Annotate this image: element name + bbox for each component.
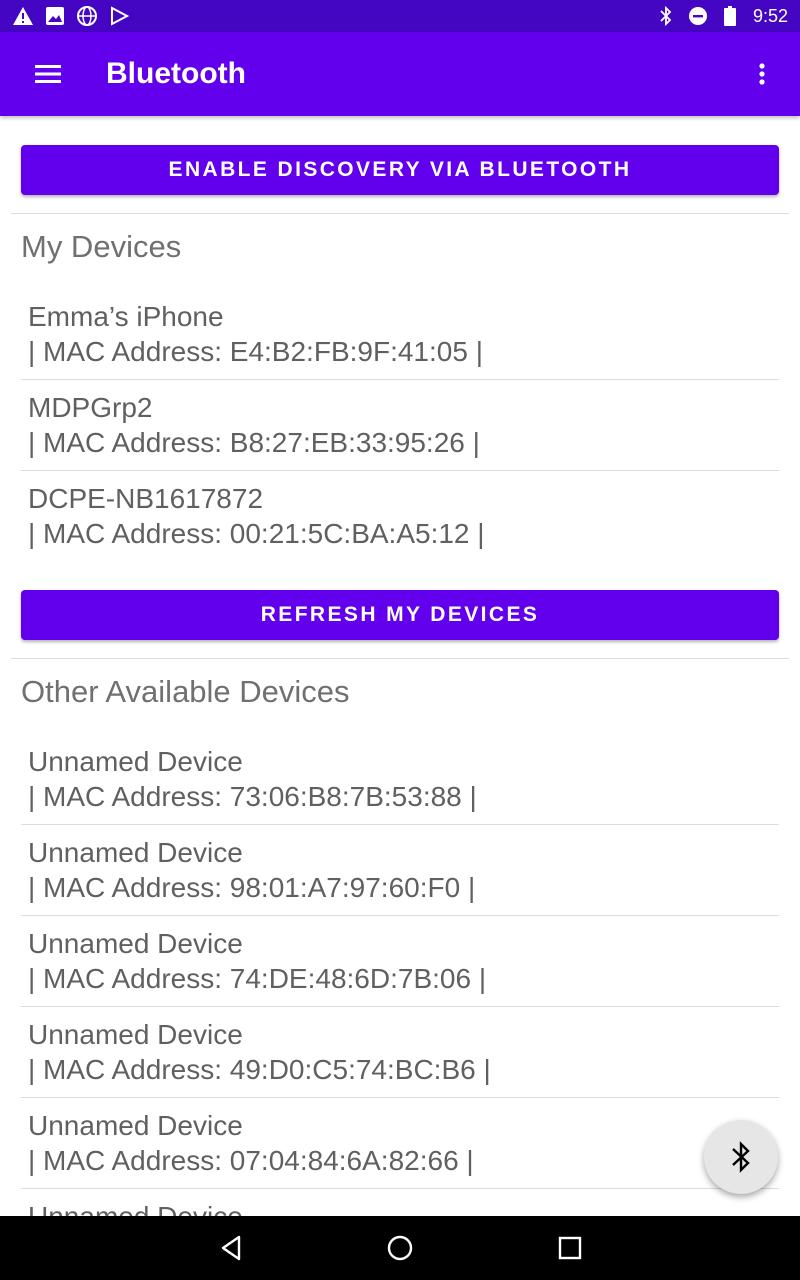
status-system: 9:52 [655, 5, 788, 27]
other-device-item[interactable]: Unnamed Device | MAC Address: 07:04:84:6… [21, 1098, 779, 1189]
back-icon [221, 1235, 241, 1261]
overflow-menu-button[interactable] [742, 54, 782, 94]
hamburger-icon [35, 65, 61, 83]
battery-icon [719, 5, 741, 27]
other-devices-list: Unnamed Device | MAC Address: 73:06:B8:7… [21, 734, 779, 1216]
my-devices-list: Emma’s iPhone | MAC Address: E4:B2:FB:9F… [21, 289, 779, 562]
device-mac: | MAC Address: 00:21:5C:BA:A5:12 | [28, 518, 485, 549]
bluetooth-icon [732, 1141, 750, 1173]
device-mac: | MAC Address: E4:B2:FB:9F:41:05 | [28, 336, 483, 367]
device-mac: | MAC Address: 49:D0:C5:74:BC:B6 | [28, 1054, 491, 1085]
other-device-item[interactable]: Unnamed Device | MAC Address: 98:01:A7:9… [21, 825, 779, 916]
my-device-item[interactable]: Emma’s iPhone | MAC Address: E4:B2:FB:9F… [21, 289, 779, 380]
device-name: DCPE-NB1617872 [28, 483, 264, 514]
enable-discovery-button[interactable]: ENABLE DISCOVERY VIA BLUETOOTH [21, 145, 779, 195]
home-icon [387, 1235, 413, 1261]
device-mac: | MAC Address: 07:04:84:6A:82:66 | [28, 1145, 474, 1176]
device-name: Unnamed Device [28, 1199, 779, 1216]
navigation-bar [0, 1216, 800, 1280]
refresh-my-devices-button[interactable]: REFRESH MY DEVICES [21, 590, 779, 640]
other-devices-heading: Other Available Devices [21, 674, 350, 709]
device-name: Unnamed Device [28, 928, 243, 959]
device-name: Unnamed Device [28, 837, 243, 868]
device-mac: | MAC Address: 73:06:B8:7B:53:88 | [28, 781, 477, 812]
my-devices-heading: My Devices [21, 229, 182, 264]
recents-icon [558, 1236, 582, 1260]
device-name: Unnamed Device [28, 746, 243, 777]
device-name: Emma’s iPhone [28, 301, 224, 332]
status-bar: 9:52 [0, 0, 800, 32]
device-mac: | MAC Address: 98:01:A7:97:60:F0 | [28, 872, 476, 903]
other-device-item[interactable]: Unnamed Device | MAC Address: 74:DE:48:6… [21, 916, 779, 1007]
status-notifications [12, 5, 130, 27]
warning-icon [12, 5, 34, 27]
device-name: Unnamed Device [28, 1110, 243, 1141]
home-button[interactable] [380, 1228, 420, 1268]
image-icon [44, 5, 66, 27]
page-title: Bluetooth [106, 57, 246, 90]
device-mac: | MAC Address: 74:DE:48:6D:7B:06 | [28, 963, 487, 994]
main-content[interactable]: ENABLE DISCOVERY VIA BLUETOOTH My Device… [0, 116, 800, 1216]
menu-button[interactable] [24, 54, 74, 94]
recents-button[interactable] [550, 1228, 590, 1268]
play-store-icon [108, 5, 130, 27]
other-device-item[interactable]: Unnamed Device | MAC Address: 73:06:B8:7… [21, 734, 779, 825]
status-time: 9:52 [752, 5, 788, 26]
device-mac: | MAC Address: B8:27:EB:33:95:26 | [28, 427, 480, 458]
my-device-item[interactable]: DCPE-NB1617872 | MAC Address: 00:21:5C:B… [21, 471, 779, 562]
other-device-item[interactable]: Unnamed Device [21, 1189, 779, 1216]
my-device-item[interactable]: MDPGrp2 | MAC Address: B8:27:EB:33:95:26… [21, 380, 779, 471]
divider [11, 213, 789, 214]
more-vert-icon [759, 63, 765, 85]
device-name: MDPGrp2 [28, 392, 153, 423]
other-device-item[interactable]: Unnamed Device | MAC Address: 49:D0:C5:7… [21, 1007, 779, 1098]
do-not-disturb-icon [687, 5, 709, 27]
app-bar: Bluetooth [0, 32, 800, 116]
device-name: Unnamed Device [28, 1019, 243, 1050]
globe-icon [76, 5, 98, 27]
bluetooth-fab-button[interactable] [704, 1120, 778, 1194]
back-button[interactable] [211, 1228, 251, 1268]
bluetooth-icon [655, 5, 677, 27]
divider [11, 658, 789, 659]
